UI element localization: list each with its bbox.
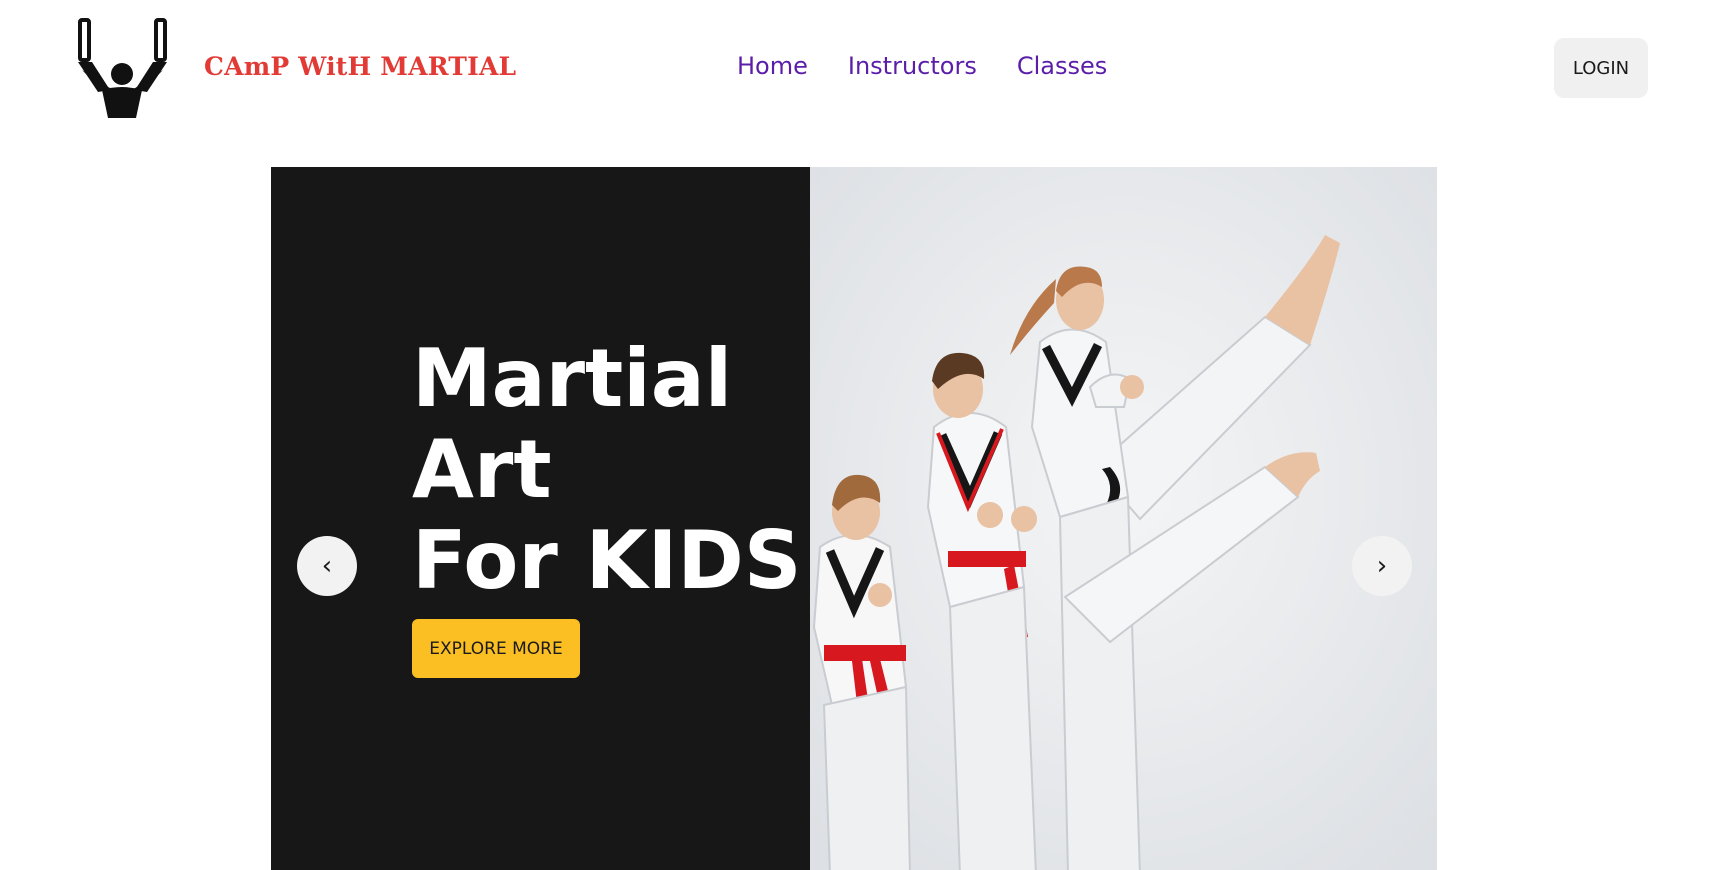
explore-more-button[interactable]: EXPLORE MORE	[412, 619, 580, 678]
hero-carousel: Martial Art For KIDS EXPLORE MORE ‹ ›	[271, 167, 1437, 870]
hero-title-line: Martial	[412, 332, 733, 425]
carousel-prev-button[interactable]: ‹	[297, 536, 357, 596]
carousel-next-button[interactable]: ›	[1352, 536, 1412, 596]
fighter-logo-icon[interactable]	[74, 18, 172, 118]
hero-title-line: Art	[412, 423, 552, 516]
nav-link-instructors[interactable]: Instructors	[848, 52, 977, 80]
login-button[interactable]: LOGIN	[1554, 38, 1648, 98]
nav-link-home[interactable]: Home	[737, 52, 808, 80]
hero-title-line: For KIDS	[412, 514, 802, 607]
hero-text-panel: Martial Art For KIDS EXPLORE MORE	[271, 167, 810, 870]
hero-title: Martial Art For KIDS	[412, 333, 801, 606]
main-nav: Home Instructors Classes	[737, 52, 1107, 80]
nav-link-classes[interactable]: Classes	[1017, 52, 1107, 80]
site-header: CAmP WitH MARTIAL Home Instructors Class…	[0, 0, 1734, 140]
brand-name[interactable]: CAmP WitH MARTIAL	[204, 52, 516, 81]
kids-martial-arts-photo	[810, 167, 1437, 870]
